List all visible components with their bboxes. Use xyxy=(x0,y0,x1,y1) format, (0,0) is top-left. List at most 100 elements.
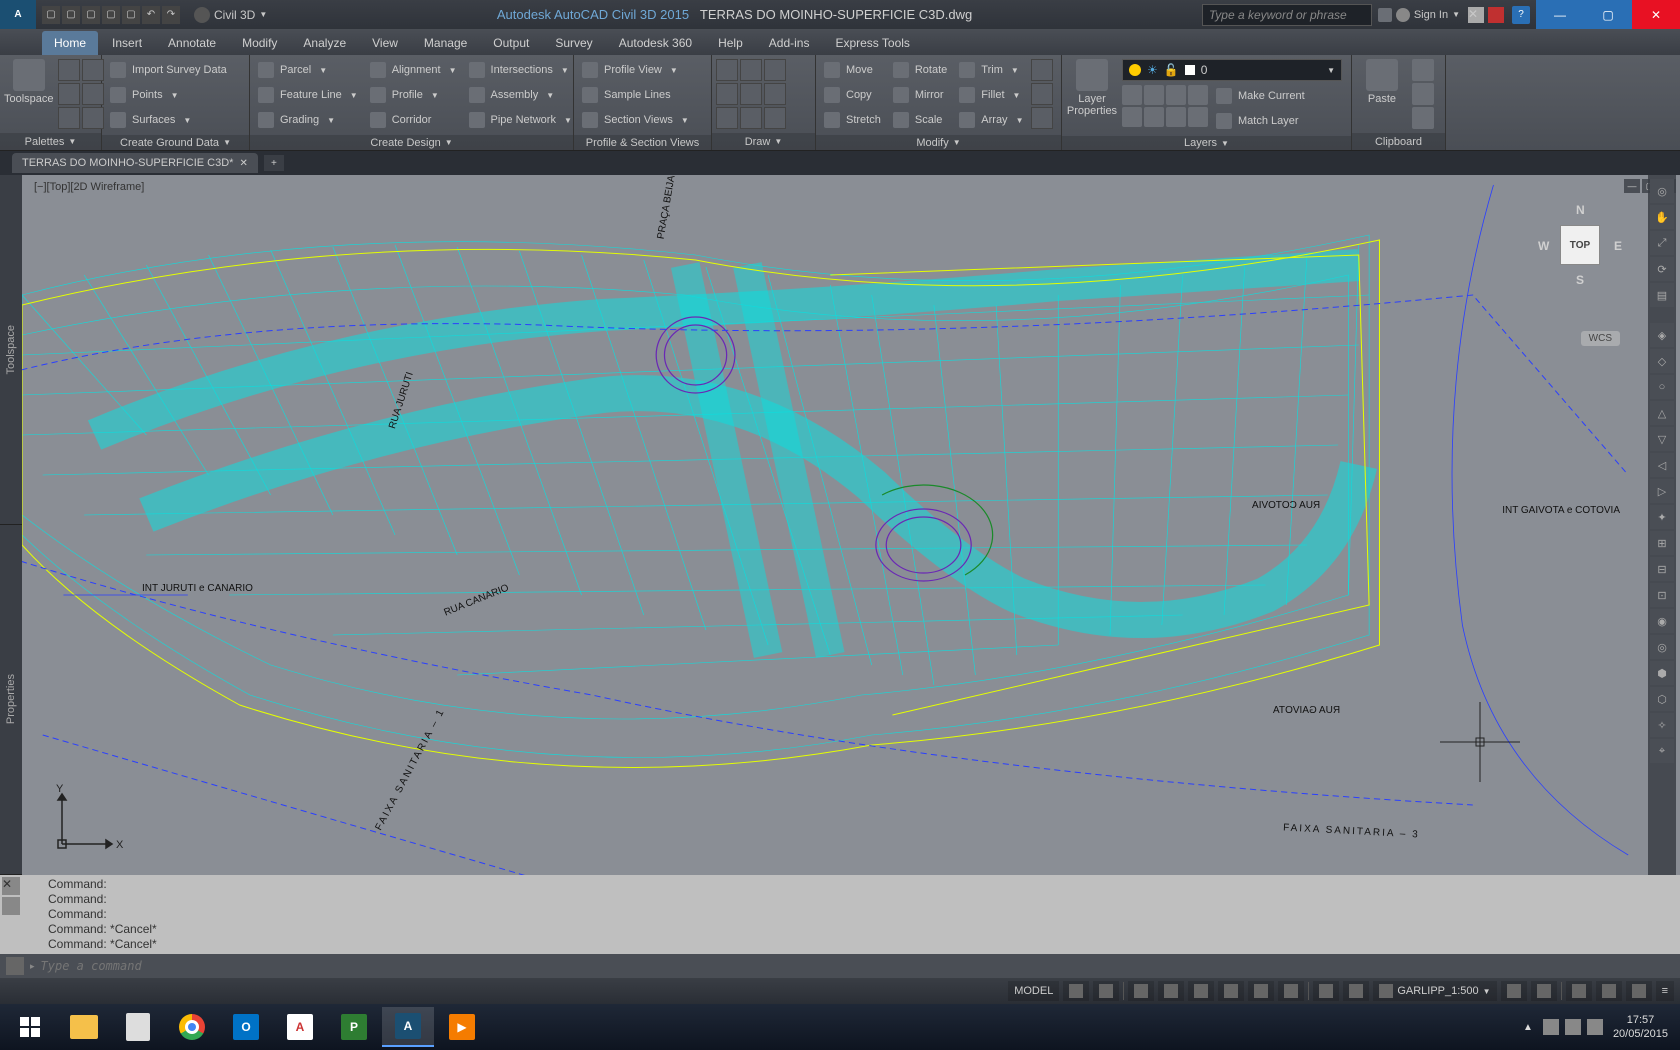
nav-tool-icon[interactable]: ◎ xyxy=(1650,635,1674,659)
palette-btn[interactable] xyxy=(58,107,80,129)
tab-home[interactable]: Home xyxy=(42,31,98,55)
panel-title-draw[interactable]: Draw▼ xyxy=(712,133,815,150)
polyline-button[interactable] xyxy=(740,59,762,81)
makecurrent-button[interactable]: Make Current xyxy=(1212,85,1309,107)
points-button[interactable]: Points▼ xyxy=(106,84,231,106)
stretch-button[interactable]: Stretch xyxy=(820,109,885,131)
cmd-close-icon[interactable]: ✕ xyxy=(2,877,20,895)
ellipse-button[interactable] xyxy=(764,83,786,105)
corridor-button[interactable]: Corridor xyxy=(366,109,461,131)
arc-button[interactable] xyxy=(716,83,738,105)
nav-tool-icon[interactable]: ◁ xyxy=(1650,453,1674,477)
workspace-name[interactable]: Civil 3D xyxy=(214,8,255,22)
qat-plot-icon[interactable]: ▢ xyxy=(122,6,140,24)
layer-tool-button[interactable] xyxy=(1144,85,1164,105)
taskbar-project[interactable]: P xyxy=(328,1007,380,1047)
toolspace-button[interactable]: Toolspace xyxy=(4,59,54,105)
ws-switch[interactable] xyxy=(1501,981,1527,1001)
help-icon[interactable]: ? xyxy=(1512,6,1530,24)
wcs-badge[interactable]: WCS xyxy=(1581,331,1620,346)
nav-tool-icon[interactable]: ⊡ xyxy=(1650,583,1674,607)
tab-manage[interactable]: Manage xyxy=(412,31,479,55)
cmd-chevron-icon[interactable]: ▸ xyxy=(30,961,35,972)
layer-tool-button[interactable] xyxy=(1122,85,1142,105)
viewport[interactable]: [−][Top][2D Wireframe] — ▢ ✕ N S E W TOP… xyxy=(22,175,1680,875)
move-button[interactable]: Move xyxy=(820,59,885,81)
tab-help[interactable]: Help xyxy=(706,31,755,55)
polar-toggle[interactable] xyxy=(1158,981,1184,1001)
nav-tool-icon[interactable]: ⬡ xyxy=(1650,687,1674,711)
hardware-accel[interactable] xyxy=(1596,981,1622,1001)
grid-toggle[interactable] xyxy=(1063,981,1089,1001)
panel-title-ground[interactable]: Create Ground Data▼ xyxy=(102,135,249,150)
import-survey-button[interactable]: Import Survey Data xyxy=(106,59,231,81)
vp-min-button[interactable]: — xyxy=(1624,179,1640,193)
close-tab-icon[interactable]: ✕ xyxy=(239,158,247,169)
panel-title-palettes[interactable]: Palettes▼ xyxy=(0,133,101,150)
panel-title-profile[interactable]: Profile & Section Views xyxy=(574,135,711,150)
copy-clip-button[interactable] xyxy=(1412,83,1434,105)
transparency-toggle[interactable] xyxy=(1278,981,1304,1001)
qat-save-icon[interactable]: ▢ xyxy=(82,6,100,24)
nav-tool-icon[interactable]: ⌖ xyxy=(1650,739,1674,763)
profile-button[interactable]: Profile▼ xyxy=(366,84,461,106)
fillet-button[interactable]: Fillet▼ xyxy=(955,84,1027,106)
grading-button[interactable]: Grading▼ xyxy=(254,109,362,131)
taskbar-app[interactable] xyxy=(112,1007,164,1047)
tab-insert[interactable]: Insert xyxy=(100,31,154,55)
profileview-button[interactable]: Profile View▼ xyxy=(578,59,693,81)
nav-tool-icon[interactable]: ⊟ xyxy=(1650,557,1674,581)
ortho-toggle[interactable] xyxy=(1128,981,1154,1001)
palette-btn[interactable] xyxy=(82,107,104,129)
gear-icon[interactable] xyxy=(194,7,210,23)
taskbar-autocad-a[interactable]: A xyxy=(274,1007,326,1047)
nav-tool-icon[interactable]: ✦ xyxy=(1650,505,1674,529)
view-cube[interactable]: N S E W TOP xyxy=(1530,195,1630,295)
lwt-toggle[interactable] xyxy=(1248,981,1274,1001)
tray-volume-icon[interactable] xyxy=(1587,1019,1603,1035)
add-tab-button[interactable]: + xyxy=(264,155,284,171)
drawing-canvas[interactable] xyxy=(22,175,1680,875)
qat-undo-icon[interactable]: ↶ xyxy=(142,6,160,24)
nav-tool-icon[interactable]: ◇ xyxy=(1650,349,1674,373)
layer-tool-button[interactable] xyxy=(1188,107,1208,127)
circle-button[interactable] xyxy=(764,59,786,81)
otrack-toggle[interactable] xyxy=(1218,981,1244,1001)
exchange-icon[interactable]: ✕ xyxy=(1468,7,1484,23)
osnap-toggle[interactable] xyxy=(1188,981,1214,1001)
layer-tool-button[interactable] xyxy=(1144,107,1164,127)
cut-button[interactable] xyxy=(1412,59,1434,81)
nav-tool-icon[interactable]: ▷ xyxy=(1650,479,1674,503)
tab-view[interactable]: View xyxy=(360,31,410,55)
model-space-toggle[interactable]: MODEL xyxy=(1008,981,1059,1001)
array-button[interactable]: Array▼ xyxy=(955,109,1027,131)
featureline-button[interactable]: Feature Line▼ xyxy=(254,84,362,106)
tab-survey[interactable]: Survey xyxy=(543,31,604,55)
command-input[interactable] xyxy=(41,959,1674,973)
nav-tool-icon[interactable]: △ xyxy=(1650,401,1674,425)
hatch-button[interactable] xyxy=(716,107,738,129)
samplelines-button[interactable]: Sample Lines xyxy=(578,84,693,106)
search-input[interactable]: Type a keyword or phrase xyxy=(1202,4,1372,26)
taskbar-civil3d[interactable]: A xyxy=(382,1007,434,1047)
layer-tool-button[interactable] xyxy=(1166,107,1186,127)
snap-toggle[interactable] xyxy=(1093,981,1119,1001)
tab-a360[interactable]: Autodesk 360 xyxy=(607,31,704,55)
viewport-controls[interactable]: [−][Top][2D Wireframe] xyxy=(34,181,144,193)
nav-tool-icon[interactable]: ⬢ xyxy=(1650,661,1674,685)
nav-tool-icon[interactable]: ✧ xyxy=(1650,713,1674,737)
a360-icon[interactable] xyxy=(1488,7,1504,23)
scale-selector[interactable]: GARLIPP_1:500▼ xyxy=(1373,981,1496,1001)
panel-title-design[interactable]: Create Design▼ xyxy=(250,135,573,150)
intersections-button[interactable]: Intersections▼ xyxy=(465,59,576,81)
properties-panel[interactable]: Properties xyxy=(0,525,22,875)
ucs-icon[interactable]: X Y xyxy=(52,784,122,857)
tab-modify[interactable]: Modify xyxy=(230,31,289,55)
full-nav-wheel-icon[interactable]: ◎ xyxy=(1650,179,1674,203)
showui-icon[interactable]: ▤ xyxy=(1650,283,1674,307)
line-button[interactable] xyxy=(716,59,738,81)
matchlayer-button[interactable]: Match Layer xyxy=(1212,110,1309,132)
cleanscreen-toggle[interactable] xyxy=(1626,981,1652,1001)
nav-tool-icon[interactable]: ◉ xyxy=(1650,609,1674,633)
panel-title-modify[interactable]: Modify▼ xyxy=(816,135,1061,150)
